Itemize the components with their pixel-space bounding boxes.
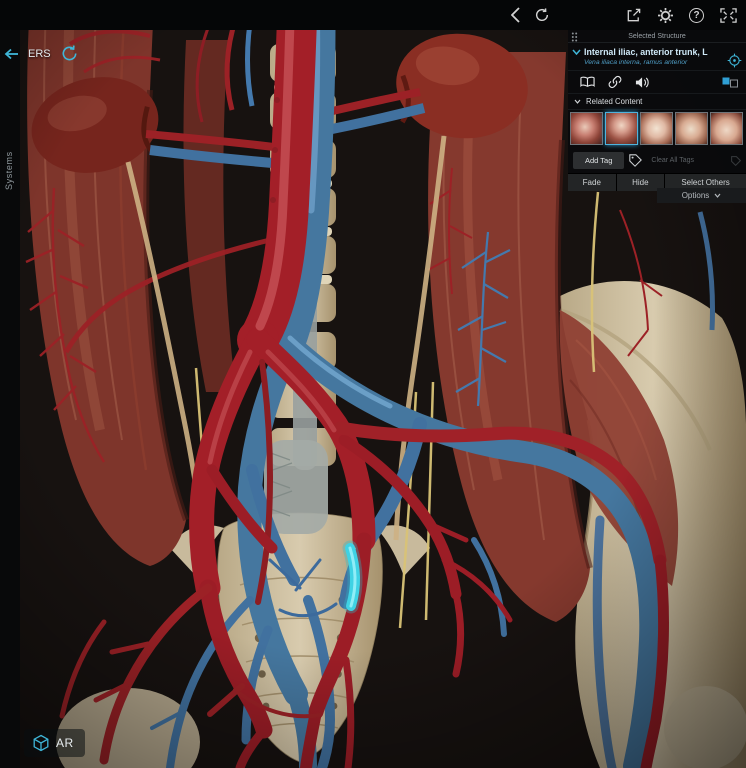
breadcrumb-back-icon[interactable] bbox=[4, 48, 19, 60]
panel-header: Selected Structure bbox=[568, 30, 746, 43]
reset-view-icon[interactable] bbox=[534, 7, 550, 23]
chevron-down-icon bbox=[574, 99, 581, 104]
related-thumbnail[interactable] bbox=[640, 112, 673, 145]
drag-handle-icon[interactable] bbox=[571, 32, 578, 42]
related-thumbnail-selected[interactable] bbox=[605, 112, 638, 145]
fullscreen-icon[interactable] bbox=[719, 7, 738, 24]
ar-cube-icon bbox=[32, 734, 50, 752]
breadcrumb[interactable]: ERS bbox=[28, 48, 51, 60]
locate-structure-icon[interactable] bbox=[727, 53, 742, 68]
system-actions-group: ? bbox=[625, 0, 738, 30]
book-icon[interactable] bbox=[580, 76, 595, 88]
systems-tab[interactable]: Systems bbox=[4, 151, 14, 190]
share-icon[interactable] bbox=[625, 7, 642, 24]
structure-title-row[interactable]: Internal iliac, anterior trunk, L Vena i… bbox=[568, 43, 746, 71]
ar-label: AR bbox=[56, 736, 74, 750]
options-label: Options bbox=[681, 191, 710, 200]
redo-view-icon[interactable] bbox=[60, 44, 79, 63]
multi-window-icon[interactable] bbox=[722, 77, 738, 88]
left-sidebar-rail: Systems bbox=[0, 30, 20, 768]
chevron-down-icon[interactable] bbox=[572, 49, 581, 55]
structure-tools-row bbox=[568, 71, 746, 94]
anatomy-app-window: ? Systems ERS Selected Structure Interna… bbox=[0, 0, 746, 768]
options-bar[interactable]: Options bbox=[657, 188, 746, 203]
related-thumbnails bbox=[568, 110, 746, 148]
help-icon[interactable]: ? bbox=[689, 7, 704, 23]
structure-latin-name: Vena iliaca interna, ramus anterior bbox=[584, 59, 688, 66]
tag-icon[interactable] bbox=[629, 154, 643, 167]
settings-gear-icon[interactable] bbox=[657, 7, 674, 24]
tag-icon-disabled bbox=[731, 155, 741, 166]
back-icon[interactable] bbox=[511, 7, 520, 23]
ar-mode-button[interactable]: AR bbox=[24, 729, 85, 757]
structure-name-block: Internal iliac, anterior trunk, L Vena i… bbox=[584, 47, 708, 67]
tags-row: Add Tag Clear All Tags bbox=[568, 148, 746, 174]
top-toolbar: ? bbox=[0, 0, 746, 30]
selected-structure-panel: Selected Structure Internal iliac, anter… bbox=[568, 30, 746, 191]
structure-name: Internal iliac, anterior trunk, L bbox=[584, 47, 708, 57]
audio-icon[interactable] bbox=[635, 76, 649, 89]
related-thumbnail[interactable] bbox=[710, 112, 743, 145]
scene-nav-overlay: ERS bbox=[4, 44, 79, 63]
fade-button[interactable]: Fade bbox=[568, 174, 617, 191]
panel-header-label: Selected Structure bbox=[628, 32, 686, 40]
clear-all-tags-button[interactable]: Clear All Tags bbox=[651, 157, 694, 164]
related-thumbnail[interactable] bbox=[675, 112, 708, 145]
view-nav-group bbox=[511, 0, 550, 30]
related-content-label: Related Content bbox=[586, 97, 643, 106]
link-icon[interactable] bbox=[608, 75, 622, 89]
add-tag-button[interactable]: Add Tag bbox=[573, 152, 625, 169]
chevron-down-icon bbox=[714, 193, 721, 198]
related-content-header[interactable]: Related Content bbox=[568, 94, 746, 110]
related-thumbnail[interactable] bbox=[570, 112, 603, 145]
